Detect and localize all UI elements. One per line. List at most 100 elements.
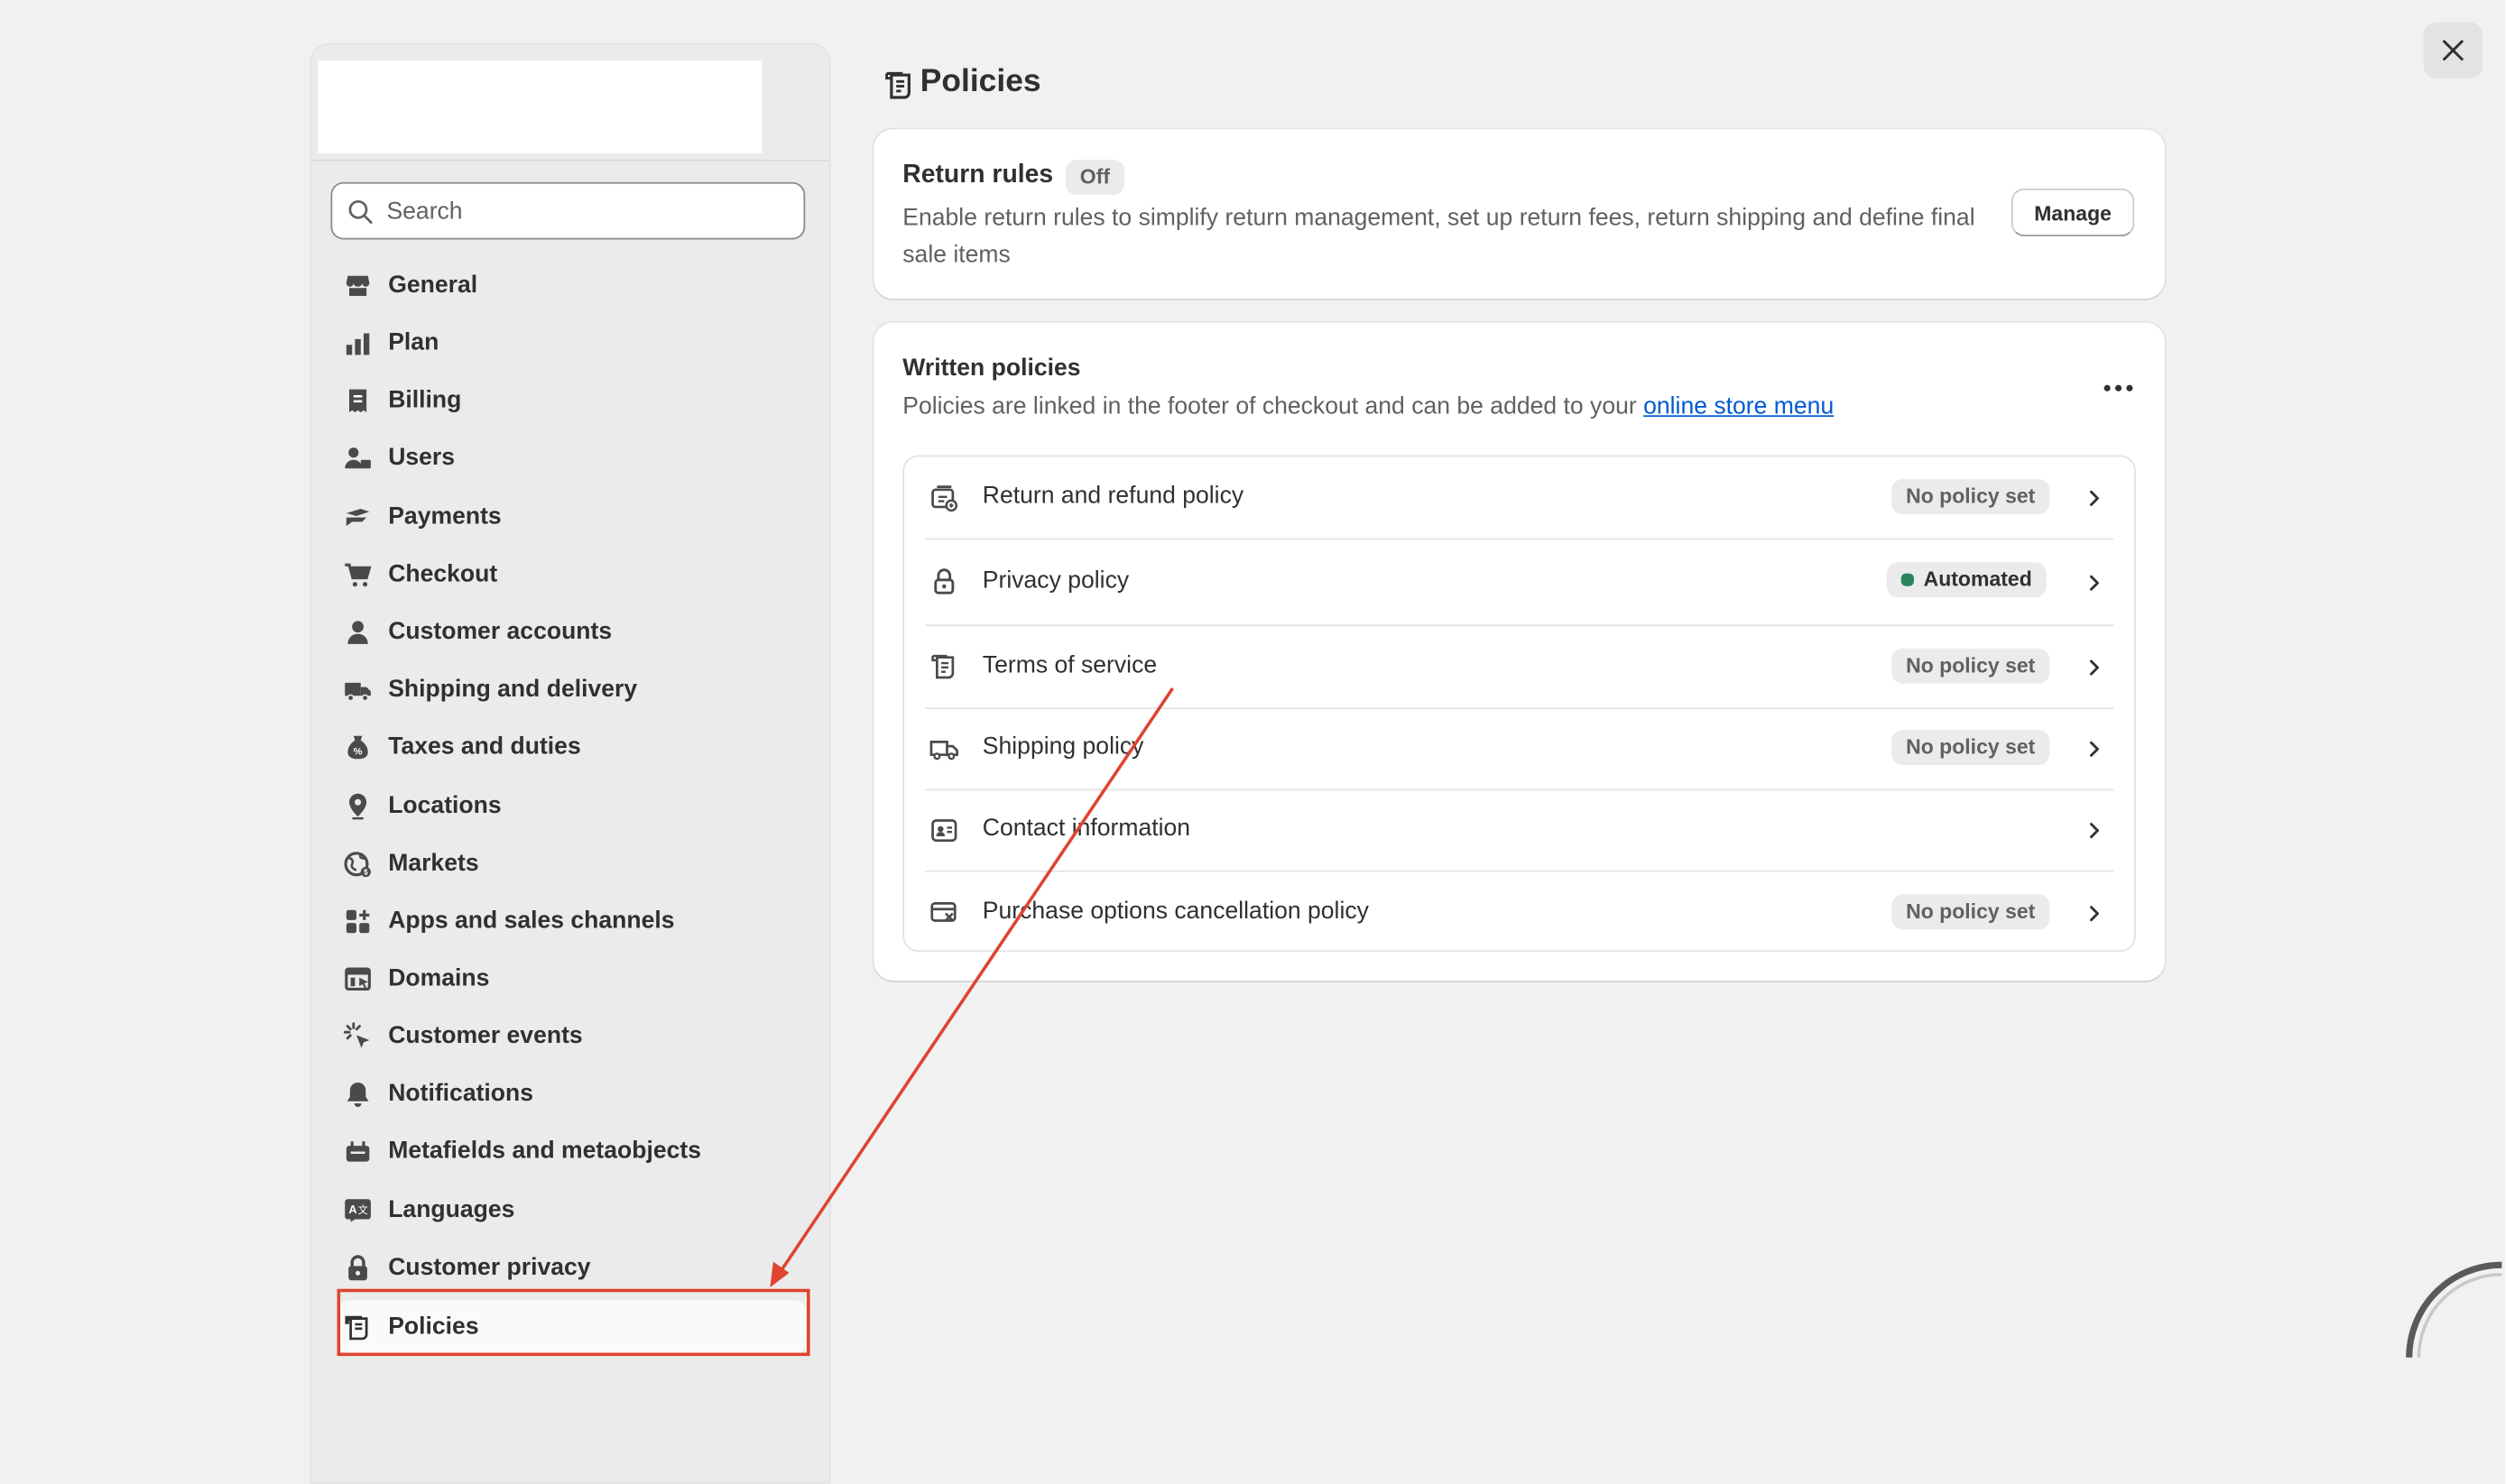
sidebar-item-customer-accounts[interactable]: Customer accounts [337,605,807,659]
policy-label: Contact information [982,814,1191,843]
close-button[interactable] [2423,22,2483,78]
sidebar-item-label: Apps and sales channels [388,907,675,935]
sidebar-item-label: Locations [388,792,502,820]
card-cancel-icon [930,901,957,922]
sidebar-item-checkout[interactable]: Checkout [337,548,807,602]
policy-row-shipping[interactable]: Shipping policy No policy set [904,709,2134,789]
person-icon [347,621,368,644]
truck-icon [929,741,959,760]
sidebar-item-customer-events[interactable]: Customer events [337,1009,807,1064]
bell-icon [347,1082,369,1108]
policy-icon [885,71,910,99]
sidebar-item-label: Languages [388,1196,515,1224]
sidebar-item-billing[interactable]: Billing [337,373,807,428]
metafields-icon [346,1141,370,1162]
sidebar-item-taxes-and-duties[interactable]: % Taxes and duties [337,720,807,774]
svg-text:$: $ [364,869,368,877]
search-input[interactable] [386,183,787,238]
written-policies-title: Written policies [902,355,1081,383]
sidebar-item-markets[interactable]: $ Markets [337,837,807,891]
sidebar-divider [311,160,829,161]
status-badge: No policy set [1891,894,2050,930]
sidebar-item-users[interactable]: Users [337,431,807,485]
sidebar-item-metafields-and-metaobjects[interactable]: Metafields and metaobjects [337,1124,807,1178]
return-rules-description: Enable return rules to simplify return m… [902,204,1975,269]
policy-row-terms-of-service[interactable]: Terms of service No policy set [904,626,2134,707]
status-dot [1900,573,1914,586]
sidebar-item-label: Shipping and delivery [388,675,638,703]
sidebar-item-label: Billing [388,386,462,414]
contact-card-icon [931,819,957,843]
sidebar-item-locations[interactable]: Locations [337,779,807,834]
sidebar-item-label: Taxes and duties [388,733,581,760]
sidebar-item-label: Markets [388,849,479,877]
domains-icon [345,967,371,991]
policy-icon [931,654,955,679]
language-icon: A文 [345,1199,371,1222]
status-text: Automated [1923,567,2032,592]
sidebar-item-policies[interactable]: Policies [337,1300,808,1355]
automated-badge: Automated [1886,562,2047,598]
manage-button[interactable]: Manage [2010,188,2135,237]
globe-icon: $ [344,852,371,878]
store-icon [346,275,370,297]
policy-label: Shipping policy [982,733,1144,760]
truck-icon [345,682,371,702]
loading-arc-icon [2406,1261,2502,1358]
policy-label: Terms of service [982,651,1158,679]
chevron-right-icon [2090,741,2099,757]
sidebar-item-apps-and-sales-channels[interactable]: Apps and sales channels [337,894,807,948]
return-icon [931,485,958,512]
lock-icon [934,568,955,595]
online-store-menu-link[interactable]: online store menu [1643,393,1834,420]
sidebar-item-label: Checkout [388,560,498,588]
sidebar-item-languages[interactable]: A文 Languages [337,1184,807,1238]
svg-text:文: 文 [358,1203,368,1216]
lock-icon [348,1255,367,1281]
policy-label: Return and refund policy [982,482,1244,510]
billing-icon [349,389,367,413]
more-actions-button[interactable] [2099,373,2137,404]
policy-row-purchase-options-cancellation[interactable]: Purchase options cancellation policy No … [904,872,2134,953]
chevron-right-icon [2090,490,2099,506]
written-policies-description: Policies are linked in the footer of che… [902,393,1834,420]
sidebar-item-label: Policies [388,1313,479,1341]
sidebar-item-payments[interactable]: Payments [337,491,807,545]
sidebar-item-label: Metafields and metaobjects [388,1137,702,1165]
policy-row-privacy[interactable]: Privacy policy Automated [904,539,2134,624]
cursor-click-icon [343,1022,370,1048]
sidebar-item-general[interactable]: General [337,259,807,313]
sidebar-item-plan[interactable]: Plan [337,317,807,371]
cart-icon [345,563,372,587]
sidebar-item-customer-privacy[interactable]: Customer privacy [337,1241,807,1295]
policy-label: Purchase options cancellation policy [982,897,1369,926]
page-title: Policies [920,63,1041,99]
policy-label: Privacy policy [982,567,1130,595]
sidebar-item-notifications[interactable]: Notifications [337,1067,807,1121]
status-badge: No policy set [1891,648,2050,684]
chevron-right-icon [2090,575,2099,591]
tax-icon: % [347,735,368,760]
sidebar-item-domains[interactable]: Domains [337,952,807,1006]
sidebar-item-label: Users [388,444,456,472]
sidebar-item-label: Customer privacy [388,1253,591,1281]
sidebar-item-label: Plan [388,328,439,356]
loading-spinner [2397,1258,2505,1358]
sidebar-item-label: Domains [388,964,490,992]
policy-list: Return and refund policy No policy set P… [902,455,2137,953]
users-icon [345,447,371,469]
chevron-right-icon [2090,823,2099,839]
sidebar-item-shipping-and-delivery[interactable]: Shipping and delivery [337,663,807,717]
sidebar-item-label: Customer accounts [388,618,613,646]
sidebar-item-label: Customer events [388,1022,583,1050]
settings-search[interactable] [330,181,806,240]
sidebar-item-label: Payments [388,502,502,530]
settings-sidebar: General Plan Billing Users Payments Chec… [310,42,831,1484]
location-pin-icon [349,793,367,820]
policy-row-return-and-refund[interactable]: Return and refund policy No policy set [904,456,2134,538]
sidebar-item-label: Notifications [388,1079,534,1107]
store-logo-area [318,60,763,153]
apps-icon [346,909,370,934]
policy-row-contact-information[interactable]: Contact information [904,790,2134,871]
status-badge: No policy set [1891,479,2050,515]
